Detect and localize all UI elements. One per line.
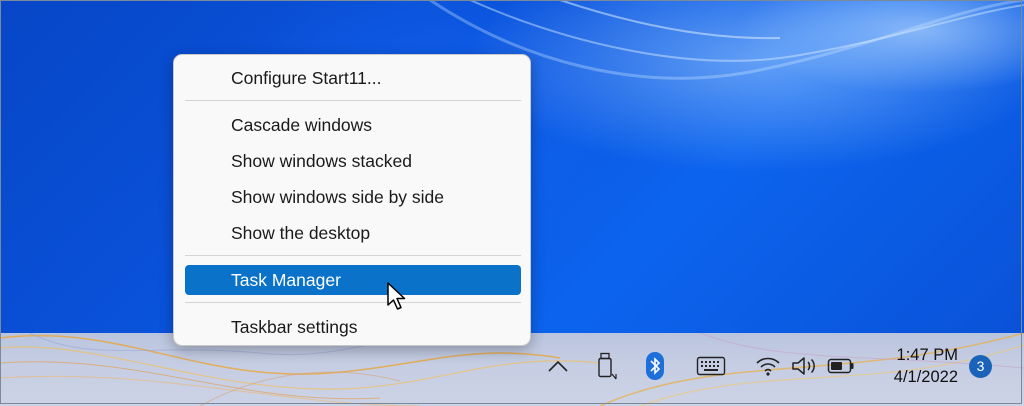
menu-separator: [185, 100, 521, 101]
menu-separator: [185, 302, 521, 303]
menu-item-show-windows-stacked[interactable]: Show windows stacked: [185, 146, 521, 176]
clock-date[interactable]: 4/1/2022: [870, 368, 958, 387]
menu-separator: [185, 255, 521, 256]
usb-drive-icon[interactable]: [596, 352, 618, 380]
keyboard-icon[interactable]: [696, 356, 726, 376]
menu-item-cascade-windows[interactable]: Cascade windows: [185, 110, 521, 140]
taskbar-context-menu: Configure Start11... Cascade windows Sho…: [173, 54, 531, 346]
battery-icon[interactable]: [827, 358, 855, 374]
clock-time[interactable]: 1:47 PM: [880, 346, 958, 365]
menu-item-show-windows-side-by-side[interactable]: Show windows side by side: [185, 182, 521, 212]
menu-item-configure-start11[interactable]: Configure Start11...: [185, 63, 521, 93]
menu-item-show-the-desktop[interactable]: Show the desktop: [185, 218, 521, 248]
wifi-icon[interactable]: [755, 355, 781, 377]
menu-item-task-manager[interactable]: Task Manager: [185, 265, 521, 295]
bluetooth-icon[interactable]: [645, 351, 665, 381]
notification-badge[interactable]: 3: [969, 355, 992, 378]
mouse-pointer-icon: [387, 282, 406, 310]
chevron-up-icon[interactable]: [546, 358, 570, 374]
menu-item-taskbar-settings[interactable]: Taskbar settings: [185, 312, 521, 342]
volume-icon[interactable]: [791, 355, 819, 377]
